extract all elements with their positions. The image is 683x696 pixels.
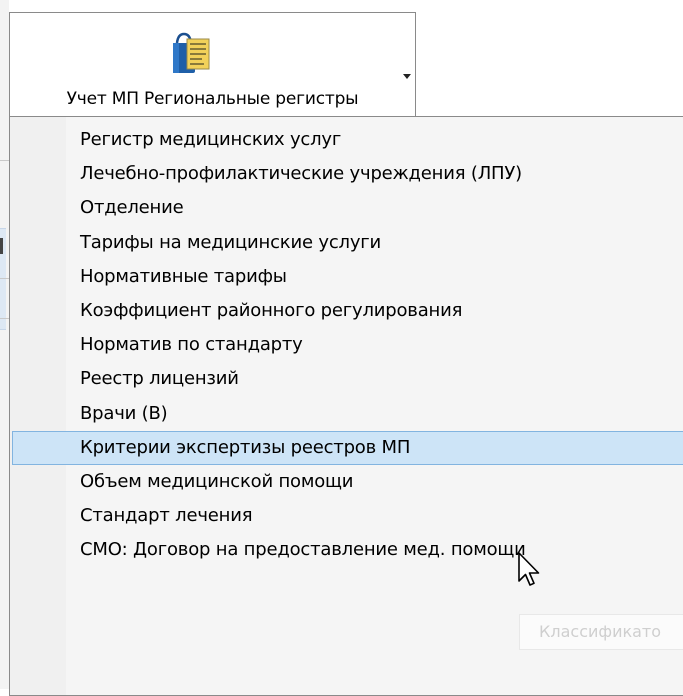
menu-item[interactable]: Регистр медицинских услуг: [12, 123, 683, 157]
background-window-edge: [0, 0, 9, 689]
menu-item-label: Коэффициент районного регулирования: [80, 300, 463, 321]
ribbon-button-label: Учет МП Региональные регистры: [66, 89, 359, 109]
menu-item-label: Тарифы на медицинские услуги: [80, 231, 382, 253]
menu-item-label: Регистр медицинских услуг: [80, 129, 342, 150]
dropdown-menu: Регистр медицинских услуг Лечебно-профила…: [9, 116, 683, 696]
menu-item[interactable]: Стандарт лечения: [12, 499, 683, 533]
menu-item[interactable]: Критерии экспертизы реестров МП: [12, 430, 683, 465]
menu-item-label: Отделение: [80, 197, 184, 219]
tooltip: Классификато: [519, 614, 683, 650]
menu-item-label: Объем медицинской помощи: [80, 471, 354, 492]
menu-item-label: Стандарт лечения: [80, 505, 253, 527]
divider: [0, 278, 9, 279]
menu-item[interactable]: Норматив по стандарту: [12, 328, 683, 362]
dropdown-arrow-icon[interactable]: [403, 74, 411, 79]
menu-item[interactable]: Коэффициент районного регулирования: [12, 294, 683, 328]
menu-item-label: Реестр лицензий: [80, 368, 239, 390]
menu-item-label: Врачи (В): [80, 402, 168, 424]
divider: [0, 160, 9, 161]
background-text-fragment: [0, 238, 3, 254]
menu-item-label: Нормативные тарифы: [80, 265, 287, 287]
menu-item-label: Лечебно-профилактические учреждения (ЛПУ…: [80, 163, 522, 185]
tooltip-text: Классификато: [539, 622, 662, 641]
registers-ribbon-button[interactable]: Учет МП Региональные регистры: [9, 12, 416, 116]
menu-item[interactable]: Нормативные тарифы: [12, 260, 683, 294]
menu-item[interactable]: Объем медицинской помощи: [12, 465, 683, 499]
menu-item[interactable]: Тарифы на медицинские услуги: [12, 226, 683, 260]
menu-item-label: Норматив по стандарту: [80, 334, 303, 356]
bag-document-icon: [173, 32, 210, 73]
menu-item[interactable]: Лечебно-профилактические учреждения (ЛПУ…: [12, 157, 683, 191]
divider: [0, 318, 9, 319]
menu-item-label: Критерии экспертизы реестров МП: [80, 436, 411, 458]
menu-item[interactable]: Реестр лицензий: [12, 362, 683, 396]
menu-item[interactable]: Врачи (В): [12, 397, 683, 431]
menu-item[interactable]: Отделение: [12, 191, 683, 225]
mouse-cursor-icon: [518, 552, 540, 586]
menu-item-label: СМО: Договор на предоставление мед. помо…: [80, 539, 526, 561]
menu-item[interactable]: СМО: Договор на предоставление мед. помо…: [12, 533, 683, 567]
